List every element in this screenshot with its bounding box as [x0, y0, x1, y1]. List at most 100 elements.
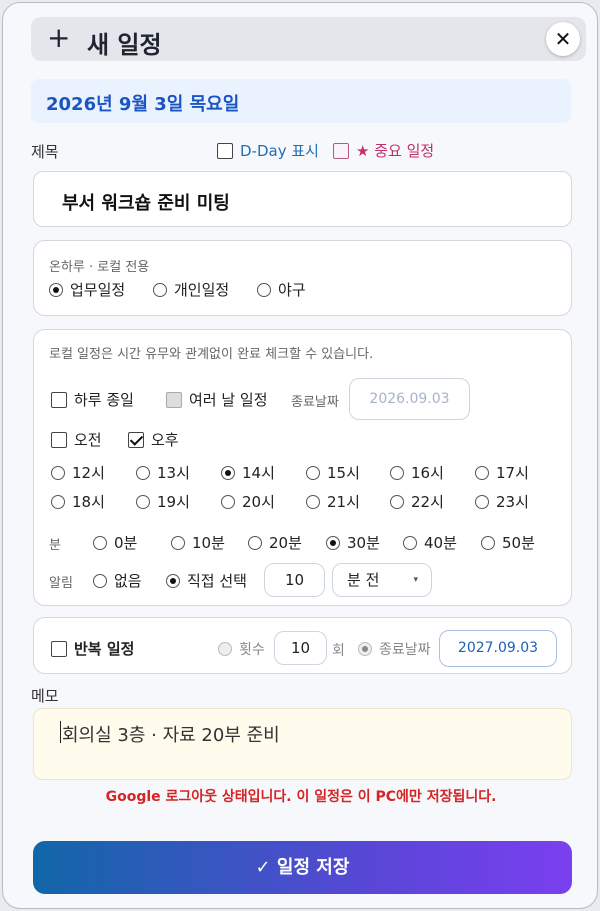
radio-icon[interactable] — [166, 574, 180, 588]
important-label: 중요 일정 — [374, 142, 435, 160]
hour-option-23[interactable]: 23시 — [475, 491, 529, 512]
close-button[interactable]: ✕ — [546, 22, 580, 56]
hour-option-14[interactable]: 14시 — [221, 462, 275, 483]
star-icon: ★ — [356, 142, 370, 160]
memo-textarea[interactable]: 회의실 3층 · 자료 20부 준비 — [33, 708, 572, 780]
minute-option-label: 0분 — [114, 534, 138, 552]
radio-icon[interactable] — [358, 642, 372, 656]
minute-option-0[interactable]: 0분 — [93, 532, 137, 553]
radio-icon[interactable] — [221, 466, 235, 480]
hour-option-12[interactable]: 12시 — [51, 462, 105, 483]
important-checkbox-box[interactable] — [333, 143, 349, 159]
all-day-label: 하루 종일 — [74, 391, 134, 409]
alarm-none-option[interactable]: 없음 — [93, 570, 142, 591]
radio-icon[interactable] — [481, 536, 495, 550]
repeat-checkbox[interactable]: 반복 일정 — [51, 638, 134, 659]
radio-icon[interactable] — [171, 536, 185, 550]
hour-option-22[interactable]: 22시 — [390, 491, 444, 512]
plus-icon: + — [47, 21, 71, 54]
radio-icon[interactable] — [153, 283, 167, 297]
repeat-end-date-value: 2027.09.03 — [457, 640, 539, 656]
radio-icon[interactable] — [475, 466, 489, 480]
save-button-label: 일정 저장 — [276, 857, 350, 878]
radio-icon[interactable] — [93, 536, 107, 550]
radio-icon[interactable] — [248, 536, 262, 550]
save-button[interactable]: ✓ 일정 저장 — [33, 841, 572, 894]
minute-option-label: 50분 — [502, 534, 535, 552]
repeat-label: 반복 일정 — [74, 640, 135, 658]
minute-option-label: 20분 — [269, 534, 302, 552]
radio-icon[interactable] — [390, 466, 404, 480]
repeat-count-option[interactable]: 횟수 — [218, 639, 265, 659]
radio-icon[interactable] — [390, 495, 404, 509]
repeat-end-label: 종료날짜 — [379, 642, 431, 658]
title-input[interactable]: 부서 워크숍 준비 미팅 — [33, 171, 572, 227]
radio-icon[interactable] — [136, 495, 150, 509]
radio-icon[interactable] — [326, 536, 340, 550]
minute-option-label: 30분 — [347, 534, 380, 552]
hour-option-15[interactable]: 15시 — [306, 462, 360, 483]
minute-option-50[interactable]: 50분 — [481, 532, 535, 553]
am-checkbox[interactable]: 오전 — [51, 429, 102, 450]
repeat-card: 반복 일정 횟수 10 회 종료날짜 2027.09.03 — [33, 617, 572, 674]
repeat-end-date-field[interactable]: 2027.09.03 — [439, 630, 557, 667]
hour-option-17[interactable]: 17시 — [475, 462, 529, 483]
hour-label: 21시 — [327, 493, 360, 511]
memo-label: 메모 — [31, 687, 59, 705]
minute-option-20[interactable]: 20분 — [248, 532, 302, 553]
radio-icon[interactable] — [475, 495, 489, 509]
all-day-checkbox-box[interactable] — [51, 392, 67, 408]
radio-icon[interactable] — [136, 466, 150, 480]
pm-checkbox-box[interactable] — [128, 432, 144, 448]
close-icon: ✕ — [554, 27, 572, 51]
radio-icon[interactable] — [257, 283, 271, 297]
hour-option-16[interactable]: 16시 — [390, 462, 444, 483]
radio-icon[interactable] — [49, 283, 63, 297]
radio-icon[interactable] — [306, 495, 320, 509]
radio-icon[interactable] — [403, 536, 417, 550]
hour-option-20[interactable]: 20시 — [221, 491, 275, 512]
radio-icon[interactable] — [93, 574, 107, 588]
category-option-personal[interactable]: 개인일정 — [153, 279, 229, 300]
category-option-label: 개인일정 — [174, 281, 230, 299]
hour-option-13[interactable]: 13시 — [136, 462, 190, 483]
minute-option-30[interactable]: 30분 — [326, 532, 380, 553]
hour-label: 20시 — [242, 493, 275, 511]
category-option-work[interactable]: 업무일정 — [49, 279, 125, 300]
hour-option-18[interactable]: 18시 — [51, 491, 105, 512]
end-date-field[interactable]: 2026.09.03 — [349, 378, 470, 420]
repeat-count-label: 횟수 — [239, 642, 265, 658]
pm-checkbox[interactable]: 오후 — [128, 429, 179, 450]
check-icon: ✓ — [255, 857, 271, 878]
multi-day-checkbox[interactable]: 여러 날 일정 — [166, 389, 268, 410]
category-option-baseball[interactable]: 야구 — [257, 279, 306, 300]
hour-option-19[interactable]: 19시 — [136, 491, 190, 512]
minute-label: 분 — [49, 538, 61, 553]
hour-label: 15시 — [327, 464, 360, 482]
radio-icon[interactable] — [51, 466, 65, 480]
minute-option-40[interactable]: 40분 — [403, 532, 457, 553]
alarm-unit-select[interactable]: 분 전 ▾ — [332, 563, 432, 597]
am-checkbox-box[interactable] — [51, 432, 67, 448]
alarm-minutes-input[interactable]: 10 — [264, 563, 325, 597]
dday-checkbox-box[interactable] — [217, 143, 233, 159]
radio-icon[interactable] — [218, 642, 232, 656]
all-day-checkbox[interactable]: 하루 종일 — [51, 389, 134, 410]
hour-label: 13시 — [157, 464, 190, 482]
hour-option-21[interactable]: 21시 — [306, 491, 360, 512]
alarm-custom-option[interactable]: 직접 선택 — [166, 570, 247, 591]
radio-icon[interactable] — [221, 495, 235, 509]
hour-label: 23시 — [496, 493, 529, 511]
repeat-checkbox-box[interactable] — [51, 641, 67, 657]
repeat-count-input[interactable]: 10 — [274, 631, 327, 665]
alarm-minutes-value: 10 — [284, 571, 305, 589]
dday-label: D-Day 표시 — [240, 142, 319, 160]
important-checkbox[interactable]: ★ 중요 일정 — [333, 140, 434, 161]
radio-icon[interactable] — [51, 495, 65, 509]
minute-option-10[interactable]: 10분 — [171, 532, 225, 553]
radio-icon[interactable] — [306, 466, 320, 480]
repeat-end-option[interactable]: 종료날짜 — [358, 639, 431, 659]
multi-day-checkbox-box[interactable] — [166, 392, 182, 408]
dday-checkbox[interactable]: D-Day 표시 — [217, 140, 319, 161]
hour-label: 22시 — [411, 493, 444, 511]
